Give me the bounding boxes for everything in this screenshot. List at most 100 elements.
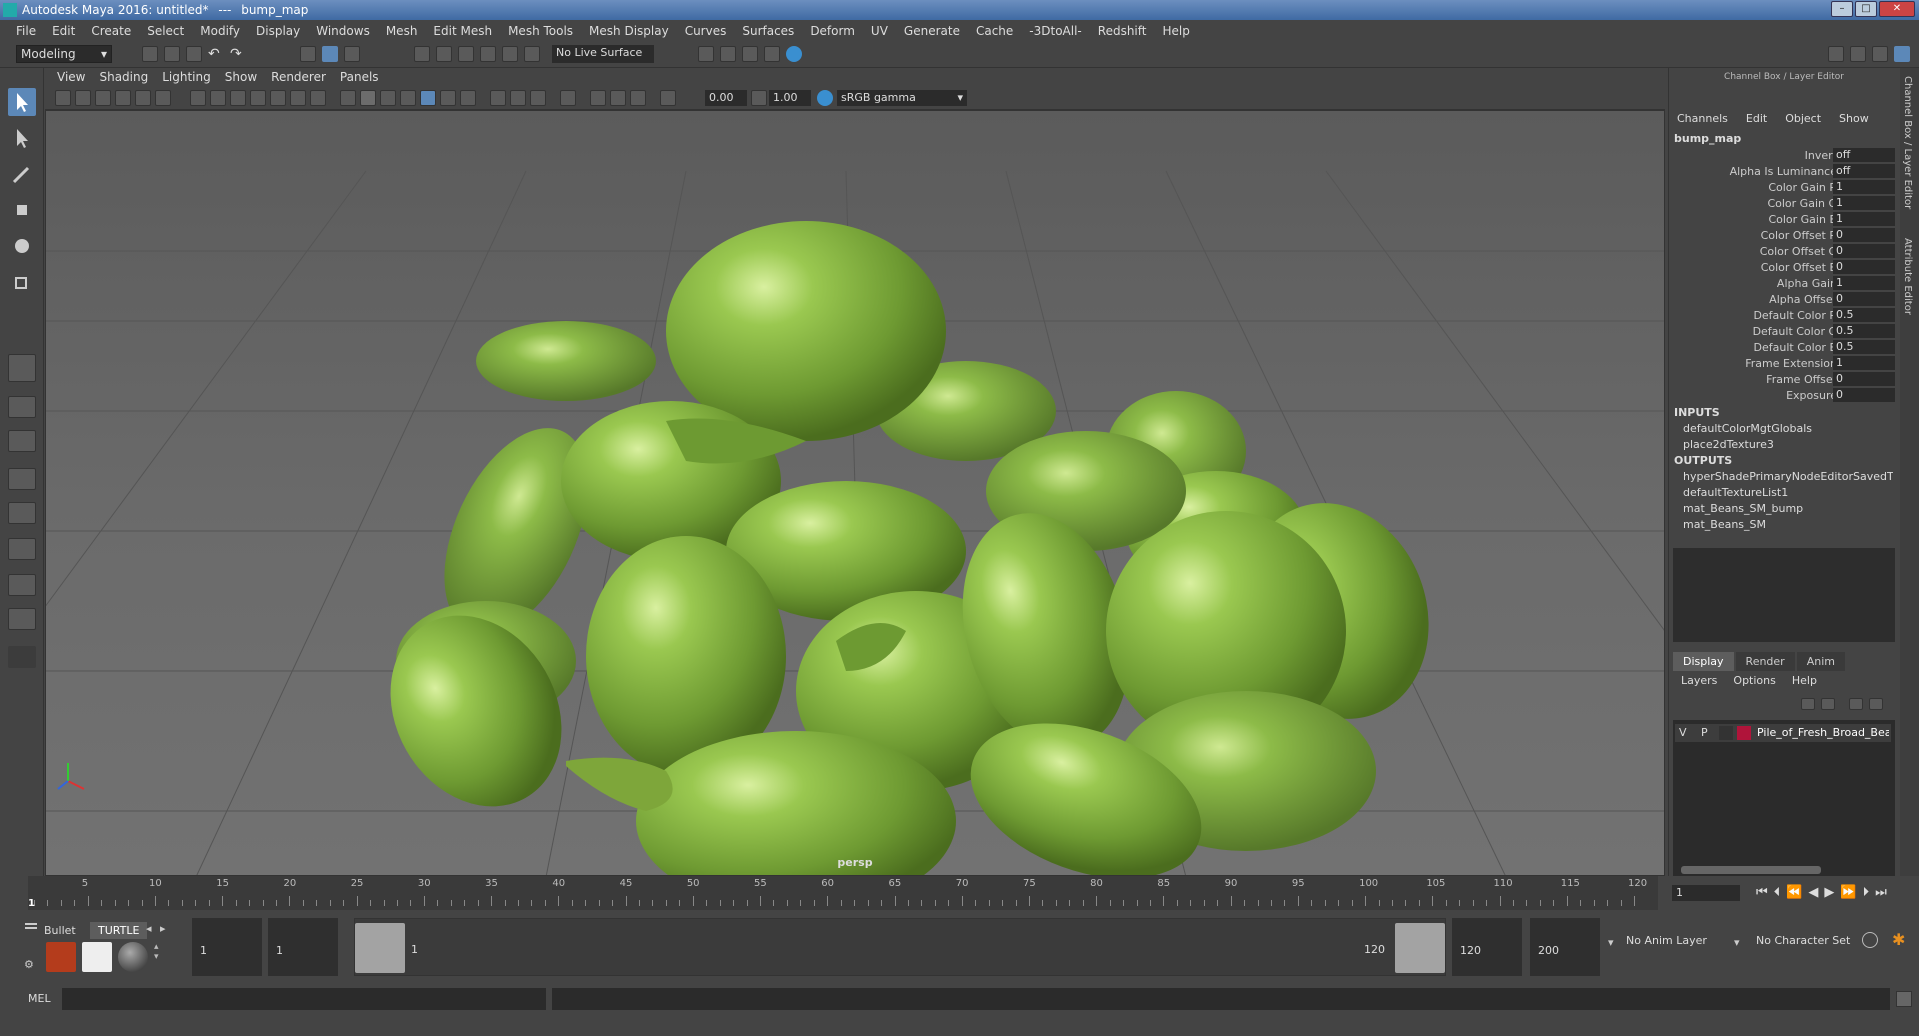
shelf-menu-icon[interactable] [24,920,38,934]
range-slider[interactable]: 1 120 [354,918,1446,976]
chevron-down-icon[interactable]: ▾ [1608,936,1614,949]
move-layer-up-icon[interactable] [1801,698,1815,710]
shelf-settings-icon[interactable]: ⚙ [24,958,38,972]
view-transform-dropdown[interactable]: sRGB gamma ▾ [837,90,967,106]
move-layer-down-icon[interactable] [1821,698,1835,710]
menu-modify[interactable]: Modify [192,24,248,38]
select-component-icon[interactable] [344,46,360,62]
new-layer-from-selection-icon[interactable] [1869,698,1883,710]
smooth-shade-icon[interactable] [360,90,376,106]
paint-select-icon[interactable] [8,160,36,188]
output-node[interactable]: defaultTextureList1 [1683,486,1893,499]
live-surface-field[interactable]: No Live Surface [552,45,654,63]
tab-display[interactable]: Display [1673,652,1734,671]
exposure-field[interactable]: 0.00 [705,90,747,106]
render-settings-icon[interactable] [764,46,780,62]
attribute-row[interactable]: Default Color B 0.5 [1669,340,1899,355]
two-d-pan-icon[interactable] [135,90,151,106]
animation-preferences-icon[interactable]: ✱ [1892,930,1905,949]
attribute-value-field[interactable]: 0 [1833,292,1895,306]
menu-edit[interactable]: Edit [44,24,83,38]
attribute-value-field[interactable]: 0 [1833,372,1895,386]
safe-action-icon[interactable] [290,90,306,106]
render-frame-icon[interactable] [720,46,736,62]
script-editor-icon[interactable] [1896,991,1912,1007]
attribute-value-field[interactable]: 1 [1833,212,1895,226]
tool-settings-icon[interactable] [1872,46,1888,62]
tab-render[interactable]: Render [1735,652,1795,671]
playback-end-field[interactable]: 120 [1452,918,1522,976]
command-language-label[interactable]: MEL [28,992,51,1005]
menu-mesh[interactable]: Mesh [378,24,426,38]
select-hierarchy-icon[interactable] [300,46,316,62]
go-to-end-icon[interactable]: ⏭ [1875,885,1887,900]
layer-menu-help[interactable]: Help [1792,674,1817,687]
attribute-row[interactable]: Frame Offset 0 [1669,372,1899,387]
vp-menu-panels[interactable]: Panels [336,70,389,84]
menu-windows[interactable]: Windows [308,24,378,38]
new-scene-icon[interactable] [142,46,158,62]
animation-end-field[interactable]: 200 [1530,918,1600,976]
attribute-value-field[interactable]: 1 [1833,356,1895,370]
modeling-toolkit-icon[interactable] [1828,46,1844,62]
layer-name[interactable]: Pile_of_Fresh_Broad_Bea [1757,726,1889,739]
gate-mask-icon[interactable] [250,90,266,106]
shelf-tab-bullet[interactable]: Bullet [38,922,82,939]
camera-attributes-icon[interactable] [75,90,91,106]
snap-curve-icon[interactable] [436,46,452,62]
auto-key-icon[interactable] [1862,932,1878,948]
input-node[interactable]: place2dTexture3 [1683,438,1893,451]
image-plane-icon[interactable] [115,90,131,106]
grease-pencil-icon[interactable] [155,90,171,106]
render-view-icon[interactable] [698,46,714,62]
output-node[interactable]: hyperShadePrimaryNodeEditorSavedT... [1683,470,1893,483]
gamma-field[interactable]: 1.00 [769,90,811,106]
turtle-sphere-icon[interactable] [118,942,148,972]
menu-mesh-tools[interactable]: Mesh Tools [500,24,581,38]
attribute-value-field[interactable]: 0.5 [1833,340,1895,354]
snap-point-icon[interactable] [458,46,474,62]
menu-edit-mesh[interactable]: Edit Mesh [425,24,500,38]
camera-select-icon[interactable] [55,90,71,106]
persp-outliner-layout-icon[interactable] [8,430,36,452]
maximize-button[interactable]: □ [1855,1,1877,17]
attribute-row[interactable]: Alpha Gain 1 [1669,276,1899,291]
selected-node-name[interactable]: bump_map [1674,132,1741,145]
menu-generate[interactable]: Generate [896,24,968,38]
shelf-next-icon[interactable]: ▸ [160,922,166,935]
anti-aliasing-icon[interactable] [530,90,546,106]
outliner-layout-icon[interactable] [8,574,36,596]
motion-blur-icon[interactable] [510,90,526,106]
hypershade-layout-icon[interactable] [8,502,36,524]
step-back-icon[interactable]: ⏴ [1774,885,1781,900]
four-view-layout-icon[interactable] [8,396,36,418]
range-start-handle[interactable] [355,923,405,973]
chevron-down-icon[interactable]: ▾ [1734,936,1740,949]
scale-tool-icon[interactable] [8,268,36,296]
turtle-render-icon[interactable] [46,942,76,972]
shelf-prev-icon[interactable]: ◂ [146,922,152,935]
grid-icon[interactable] [190,90,206,106]
wireframe-on-shaded-icon[interactable] [380,90,396,106]
persp-graph-layout-icon[interactable] [8,468,36,490]
menu-create[interactable]: Create [83,24,139,38]
attribute-row[interactable]: Invert off [1669,148,1899,163]
open-scene-icon[interactable] [164,46,180,62]
menu-cache[interactable]: Cache [968,24,1021,38]
menu-3dtoall[interactable]: -3DtoAll- [1021,24,1089,38]
save-scene-icon[interactable] [186,46,202,62]
attribute-value-field[interactable]: off [1833,164,1895,178]
vp-menu-show[interactable]: Show [221,70,267,84]
shelf-scroll-icon[interactable]: ▴ ▾ [154,942,166,972]
shadows-icon[interactable] [460,90,476,106]
attribute-value-field[interactable]: off [1833,148,1895,162]
attribute-row[interactable]: Color Gain B1 [1669,212,1899,227]
output-node[interactable]: mat_Beans_SM_bump [1683,502,1893,515]
attribute-row[interactable]: Default Color G 0.5 [1669,324,1899,339]
select-object-icon[interactable] [322,46,338,62]
cb-menu-channels[interactable]: Channels [1677,112,1728,125]
tab-anim[interactable]: Anim [1796,652,1845,671]
ambient-occlusion-icon[interactable] [490,90,506,106]
attribute-editor-side-tab[interactable]: Attribute Editor [1902,238,1913,315]
attribute-value-field[interactable]: 0.5 [1833,308,1895,322]
